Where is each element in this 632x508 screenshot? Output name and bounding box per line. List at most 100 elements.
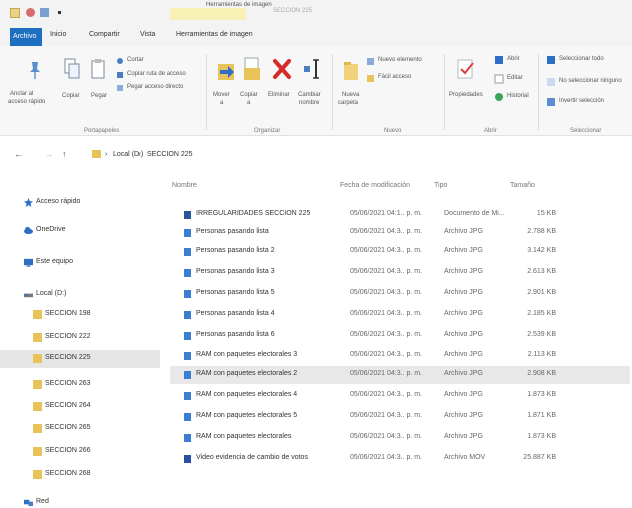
file-type: Documento de Mi...: [444, 210, 505, 217]
column-header-type[interactable]: Tipo: [434, 182, 447, 189]
nueva-carpeta-button[interactable]: Nueva: [342, 92, 359, 98]
pegar-button[interactable]: Pegar: [91, 93, 107, 99]
copiar-ruta-button[interactable]: Copiar ruta de acceso: [127, 71, 186, 77]
paste-shortcut-icon[interactable]: [116, 84, 124, 92]
mover-button[interactable]: Mover: [213, 92, 230, 98]
move-to-icon[interactable]: [216, 58, 236, 82]
eliminar-button[interactable]: Eliminar: [268, 92, 290, 98]
pin-icon[interactable]: [28, 60, 42, 80]
cambiar-nombre-button[interactable]: Cambiar: [298, 92, 321, 98]
copy-to-icon[interactable]: [242, 56, 262, 82]
nav-item-seccion-268[interactable]: SECCION 268: [0, 466, 160, 484]
nav-item-este-equipo[interactable]: Este equipo: [0, 254, 160, 272]
forward-button[interactable]: →: [44, 149, 53, 159]
nav-item-seccion-264[interactable]: SECCION 264: [0, 398, 160, 416]
edit-icon[interactable]: [494, 74, 504, 84]
group-nuevo: Nuevo: [384, 128, 402, 134]
invert-selection-icon[interactable]: [546, 97, 556, 107]
file-type: Archivo JPG: [444, 351, 483, 358]
propiedades-button[interactable]: Propiedades: [449, 92, 483, 98]
ribbon: Anclar al acceso rápido Copiar Pegar Cor…: [0, 46, 632, 136]
nav-item-red[interactable]: Red: [0, 494, 160, 508]
nuevo-elemento-button[interactable]: Nuevo elemento: [378, 57, 422, 63]
rename-icon[interactable]: [302, 56, 322, 82]
folder-icon: [33, 380, 42, 389]
file-row[interactable]: RAM con paquetes electorales 05/06/2021 …: [170, 429, 630, 447]
paste-icon[interactable]: [90, 58, 106, 80]
column-header-name[interactable]: Nombre: [172, 182, 197, 189]
image-icon: [184, 413, 191, 421]
delete-icon[interactable]: [272, 58, 292, 80]
copy-icon[interactable]: [64, 58, 80, 80]
nav-item-acceso-rapido[interactable]: Acceso rápido: [0, 194, 160, 212]
historial-button[interactable]: Historial: [507, 93, 529, 99]
select-all-icon[interactable]: [546, 55, 556, 65]
file-row[interactable]: RAM con paquetes electorales 5 05/06/202…: [170, 408, 630, 426]
editar-button[interactable]: Editar: [507, 75, 523, 81]
new-folder-icon[interactable]: [342, 58, 360, 82]
no-seleccionar-button[interactable]: No seleccionar ninguno: [559, 78, 622, 84]
tab-vista[interactable]: Vista: [140, 31, 155, 38]
cortar-button[interactable]: Cortar: [127, 57, 144, 63]
open-icon[interactable]: [494, 55, 504, 65]
file-row[interactable]: RAM con paquetes electorales 4 05/06/202…: [170, 387, 630, 405]
file-row[interactable]: Personas pasando lista 2 05/06/2021 04:3…: [170, 243, 630, 261]
file-row[interactable]: Video evidencia de cambio de votos 05/06…: [170, 450, 630, 468]
file-date: 05/06/2021 04:3.. p. m.: [350, 228, 422, 235]
file-name: IRREGULARIDADES SECCION 225: [196, 210, 311, 217]
file-row[interactable]: RAM con paquetes electorales 3 05/06/202…: [170, 347, 630, 365]
undo-icon[interactable]: [26, 8, 35, 17]
copiar-button[interactable]: Copiar: [62, 93, 80, 99]
seleccionar-todo-button[interactable]: Seleccionar todo: [559, 56, 604, 62]
tab-archivo[interactable]: Archivo: [10, 28, 42, 46]
file-row[interactable]: Personas pasando lista 6 05/06/2021 04:3…: [170, 327, 630, 345]
properties-check-icon[interactable]: [456, 58, 476, 82]
file-row[interactable]: Personas pasando lista 05/06/2021 04:3..…: [170, 224, 630, 242]
nav-item-seccion-265[interactable]: SECCION 265: [0, 420, 160, 438]
file-row[interactable]: Personas pasando lista 5 05/06/2021 04:3…: [170, 285, 630, 303]
scissors-icon[interactable]: [116, 57, 124, 65]
file-row[interactable]: Personas pasando lista 4 05/06/2021 04:3…: [170, 306, 630, 324]
new-item-icon[interactable]: [366, 57, 375, 66]
properties-icon[interactable]: [10, 8, 20, 18]
tab-herramientas-imagen[interactable]: Herramientas de imagen: [176, 31, 253, 38]
file-row[interactable]: Personas pasando lista 3 05/06/2021 04:3…: [170, 264, 630, 282]
group-abrir: Abrir: [484, 128, 497, 134]
file-date: 05/06/2021 04:3.. p. m.: [350, 370, 422, 377]
file-type: Archivo JPG: [444, 310, 483, 317]
nav-item-seccion-222[interactable]: SECCION 222: [0, 329, 160, 347]
abrir-button[interactable]: Abrir: [507, 56, 520, 62]
customize-icon[interactable]: [58, 11, 61, 14]
word-icon: [184, 211, 191, 219]
column-header-size[interactable]: Tamaño: [510, 182, 535, 189]
nav-item-seccion-225[interactable]: SECCION 225: [0, 350, 160, 368]
nav-item-local-d[interactable]: Local (D:): [0, 286, 160, 304]
up-button[interactable]: ↑: [62, 149, 67, 159]
nav-item-seccion-263[interactable]: SECCION 263: [0, 376, 160, 394]
history-icon[interactable]: [494, 92, 504, 102]
select-none-icon[interactable]: [546, 77, 556, 87]
folder-icon[interactable]: [40, 8, 49, 17]
folder-icon: [33, 354, 42, 363]
easy-access-icon[interactable]: [366, 74, 375, 83]
tab-compartir[interactable]: Compartir: [89, 31, 120, 38]
copy-path-icon[interactable]: [116, 71, 124, 79]
column-header-date[interactable]: Fecha de modificación: [340, 182, 410, 189]
facil-acceso-button[interactable]: Fácil acceso: [378, 74, 411, 80]
file-row-selected[interactable]: RAM con paquetes electorales 2 05/06/202…: [170, 366, 630, 384]
anclar-label[interactable]: Anclar al: [10, 91, 33, 97]
file-name: RAM con paquetes electorales 2: [196, 370, 298, 377]
invertir-seleccion-button[interactable]: Invertir selección: [559, 98, 604, 104]
pegar-acceso-button[interactable]: Pegar acceso directo: [127, 84, 183, 90]
nav-item-seccion-266[interactable]: SECCION 266: [0, 443, 160, 461]
nueva-carpeta-button-2: carpeta: [338, 100, 359, 106]
back-button[interactable]: ←: [14, 149, 23, 159]
file-date: 05/06/2021 04:1.. p. m.: [350, 210, 422, 217]
nav-item-seccion-198[interactable]: SECCION 198: [0, 306, 160, 324]
nav-item-onedrive[interactable]: OneDrive: [0, 222, 160, 240]
image-icon: [184, 290, 191, 298]
breadcrumb-seccion-225[interactable]: SECCION 225: [147, 151, 193, 158]
copiar-a-button[interactable]: Copiar: [240, 92, 258, 98]
tab-inicio[interactable]: Inicio: [50, 31, 66, 38]
file-row[interactable]: IRREGULARIDADES SECCION 225 05/06/2021 0…: [170, 206, 630, 224]
